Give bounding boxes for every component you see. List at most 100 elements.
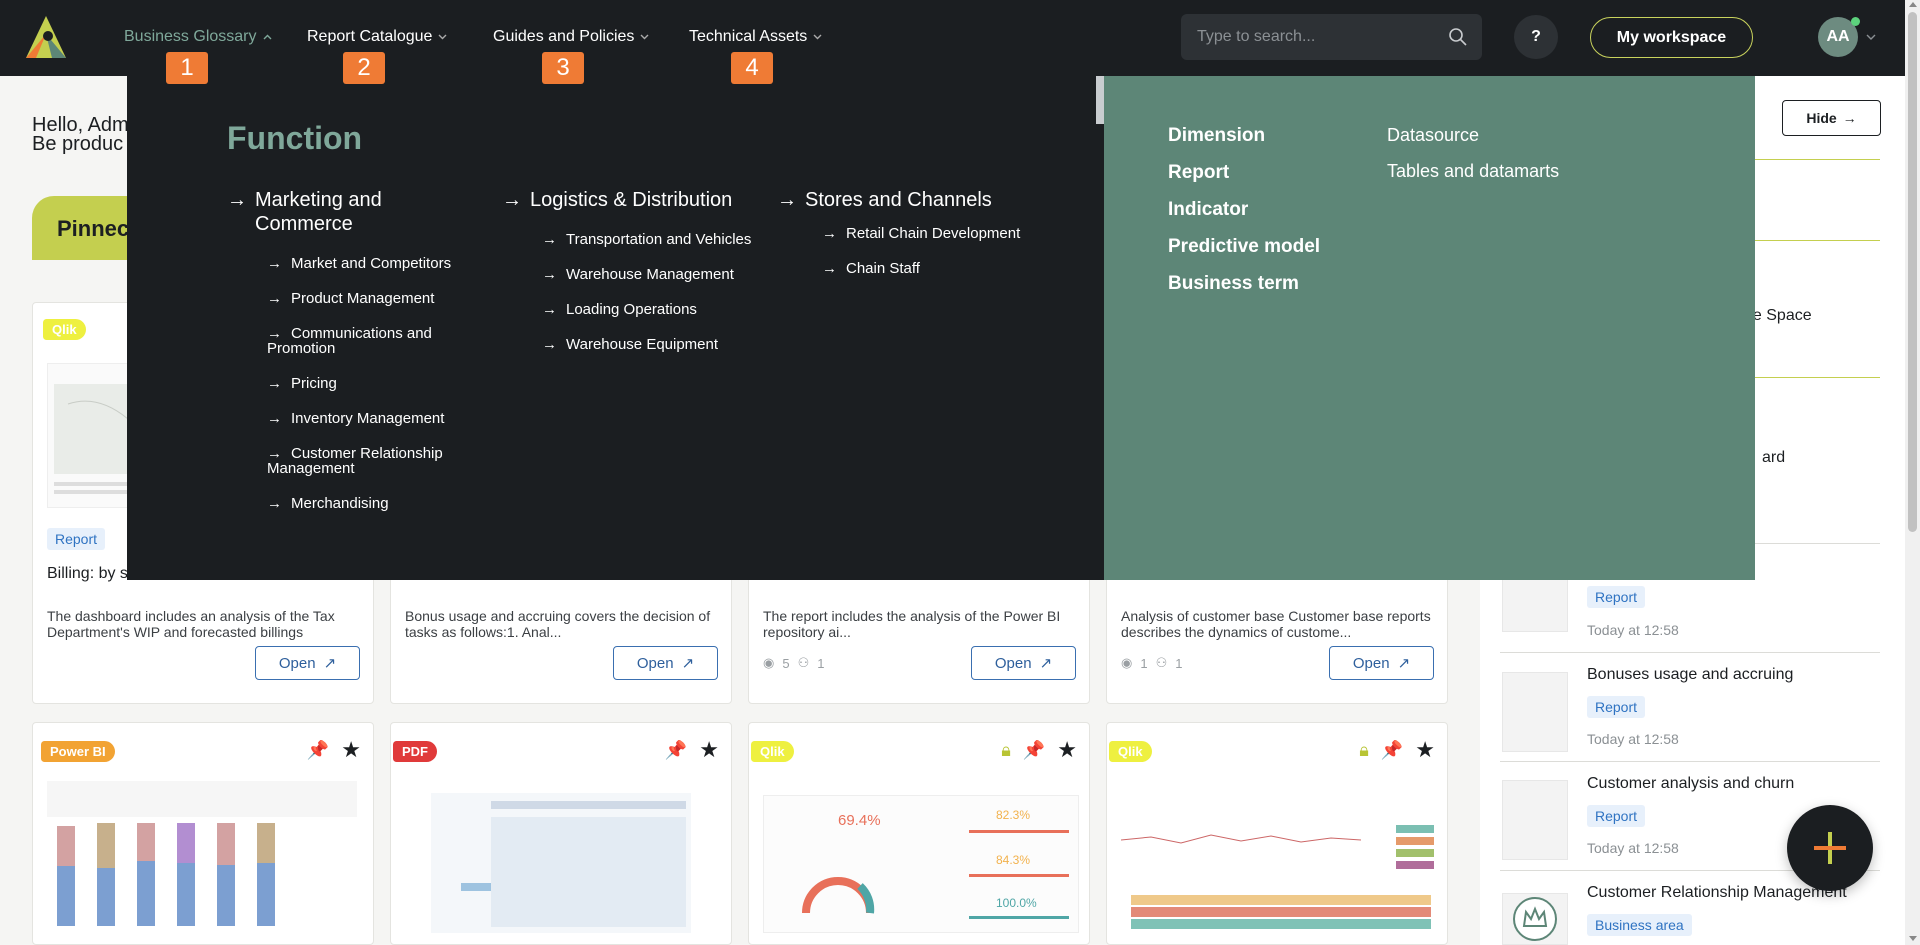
recent-date: Today at 12:58 — [1587, 622, 1679, 638]
star-icon[interactable]: ★ — [341, 737, 361, 763]
crown-thumbnail[interactable] — [1502, 893, 1568, 945]
report-chip: Report — [1587, 586, 1646, 608]
arrow-right-icon: → — [267, 325, 282, 342]
add-button[interactable] — [1787, 805, 1873, 891]
recent-title[interactable]: Bonuses usage and accruing — [1587, 666, 1793, 684]
search-box[interactable] — [1181, 14, 1482, 60]
scroll-up-arrow-icon[interactable] — [1909, 2, 1917, 7]
hide-button[interactable]: Hide → — [1782, 100, 1881, 136]
function-column: → Logistics & Distribution → Transportati… — [502, 188, 752, 372]
star-icon[interactable]: ★ — [1415, 737, 1435, 763]
function-sub-link[interactable]: → Transportation and Vehicles — [502, 232, 752, 247]
asset-type-link[interactable]: Dimension — [1168, 124, 1320, 147]
open-button[interactable]: Open ↗ — [971, 646, 1076, 680]
page-scrollbar[interactable] — [1905, 0, 1920, 945]
my-workspace-button[interactable]: My workspace — [1590, 17, 1753, 58]
mega-menu-functions-panel: Function → Marketing and Commerce → Marke… — [127, 76, 1104, 580]
function-heading: Function — [227, 120, 363, 156]
table-thumbnail — [431, 793, 691, 933]
arrow-right-icon: → — [777, 189, 797, 211]
card-actions: 🔒︎ 📌 ★ — [1001, 737, 1077, 763]
external-arrow-icon: ↗ — [1039, 655, 1053, 672]
app-logo-icon[interactable] — [22, 14, 70, 60]
function-sub-link[interactable]: → Communications and Promotion — [227, 326, 477, 356]
function-sub-link[interactable]: → Retail Chain Development — [777, 226, 1027, 241]
arrow-right-icon: → — [267, 445, 282, 462]
arrow-right-icon: → — [267, 375, 282, 392]
search-input[interactable] — [1197, 28, 1427, 46]
nav-report-catalogue[interactable]: Report Catalogue — [307, 28, 447, 46]
pin-icon[interactable]: 📌 — [1023, 740, 1045, 761]
chevron-up-icon — [263, 34, 271, 40]
powerbi-tag: Power BI — [41, 741, 115, 762]
pin-icon[interactable]: 📌 — [307, 740, 329, 761]
open-button[interactable]: Open ↗ — [255, 646, 360, 680]
star-icon[interactable]: ★ — [699, 737, 719, 763]
gauge-icon — [802, 877, 875, 914]
asset-type-column: Dimension Report Indicator Predictive mo… — [1168, 124, 1320, 309]
function-sub-link[interactable]: → Market and Competitors — [227, 256, 477, 271]
report-chip: Report — [1587, 805, 1646, 827]
function-sub-link[interactable]: → Warehouse Equipment — [502, 337, 752, 352]
asset-type-link[interactable]: Tables and datamarts — [1387, 160, 1559, 182]
function-sub-link[interactable]: → Inventory Management — [227, 411, 477, 426]
function-group-link[interactable]: → Logistics & Distribution — [502, 188, 752, 212]
partial-text: ard — [1762, 449, 1786, 466]
card-title[interactable]: Billing: by s — [47, 565, 128, 583]
function-sub-link[interactable]: → Chain Staff — [777, 261, 1027, 276]
external-arrow-icon: ↗ — [681, 655, 695, 672]
scroll-down-arrow-icon[interactable] — [1909, 936, 1917, 941]
open-button[interactable]: Open ↗ — [613, 646, 718, 680]
arrow-right-icon: → — [542, 231, 557, 248]
step-badge-4: 4 — [731, 52, 773, 84]
chevron-down-icon[interactable] — [1866, 34, 1876, 41]
report-card[interactable]: Power BI 📌 ★ — [32, 722, 374, 945]
function-sub-link[interactable]: → Merchandising — [227, 496, 477, 511]
arrow-right-icon: → — [1842, 110, 1857, 126]
nav-technical-assets[interactable]: Technical Assets — [689, 28, 822, 46]
recent-thumbnail[interactable] — [1502, 780, 1568, 860]
arrow-right-icon: → — [227, 189, 247, 211]
recent-title[interactable]: Customer analysis and churn — [1587, 775, 1794, 793]
asset-type-link[interactable]: Report — [1168, 161, 1320, 184]
function-sub-link[interactable]: → Warehouse Management — [502, 267, 752, 282]
function-sub-link[interactable]: → Pricing — [227, 376, 477, 391]
open-button[interactable]: Open ↗ — [1329, 646, 1434, 680]
search-icon[interactable] — [1448, 27, 1468, 47]
card-description: The dashboard includes an analysis of th… — [47, 608, 335, 640]
asset-type-link[interactable]: Datasource — [1387, 124, 1559, 146]
star-icon[interactable]: ★ — [1057, 737, 1077, 763]
function-sub-link[interactable]: → Customer Relationship Management — [227, 446, 477, 476]
report-card[interactable]: PDF 📌 ★ — [390, 722, 732, 945]
asset-type-link[interactable]: Business term — [1168, 272, 1320, 295]
function-sub-link[interactable]: → Loading Operations — [502, 302, 752, 317]
card-meta: ◉ 5 ⚇ 1 — [763, 655, 825, 671]
arrow-right-icon: → — [502, 189, 522, 211]
function-sub-link[interactable]: → Product Management — [227, 291, 477, 306]
report-card[interactable]: Qlik 🔒︎ 📌 ★ 69.4% 82.3% 84.3% 100.0% — [748, 722, 1090, 945]
stacked-bar-thumbnail — [47, 781, 357, 926]
report-card[interactable]: Qlik 🔒︎ 📌 ★ — [1106, 722, 1448, 945]
pin-icon[interactable]: 📌 — [665, 740, 687, 761]
nav-guides-and-policies[interactable]: Guides and Policies — [493, 28, 649, 46]
greeting: Hello, Adm Be produc — [32, 114, 129, 155]
asset-type-link[interactable]: Predictive model — [1168, 235, 1320, 258]
recent-thumbnail[interactable] — [1502, 672, 1568, 752]
recent-title[interactable]: Customer Relationship Management — [1587, 884, 1847, 902]
help-button[interactable]: ? — [1514, 15, 1558, 59]
function-sublist: → Transportation and Vehicles → Warehouse … — [502, 232, 752, 352]
chevron-down-icon — [438, 34, 447, 40]
pin-icon[interactable]: 📌 — [1381, 740, 1403, 761]
nav-business-glossary[interactable]: Business Glossary — [124, 28, 272, 46]
eye-icon: ◉ — [763, 655, 775, 670]
function-group-link[interactable]: → Stores and Channels — [777, 188, 1027, 212]
scroll-thumb[interactable] — [1908, 12, 1917, 532]
crown-icon — [1513, 897, 1557, 941]
mega-menu-scrollbar[interactable] — [1096, 76, 1104, 124]
lock-icon: 🔒︎ — [1001, 739, 1011, 760]
function-column: → Marketing and Commerce → Market and Com… — [227, 188, 477, 531]
function-column: → Stores and Channels → Retail Chain Deve… — [777, 188, 1027, 296]
asset-type-link[interactable]: Indicator — [1168, 198, 1320, 221]
function-group-link[interactable]: → Marketing and Commerce — [227, 188, 477, 236]
asset-type-column: Datasource Tables and datamarts — [1387, 124, 1559, 196]
